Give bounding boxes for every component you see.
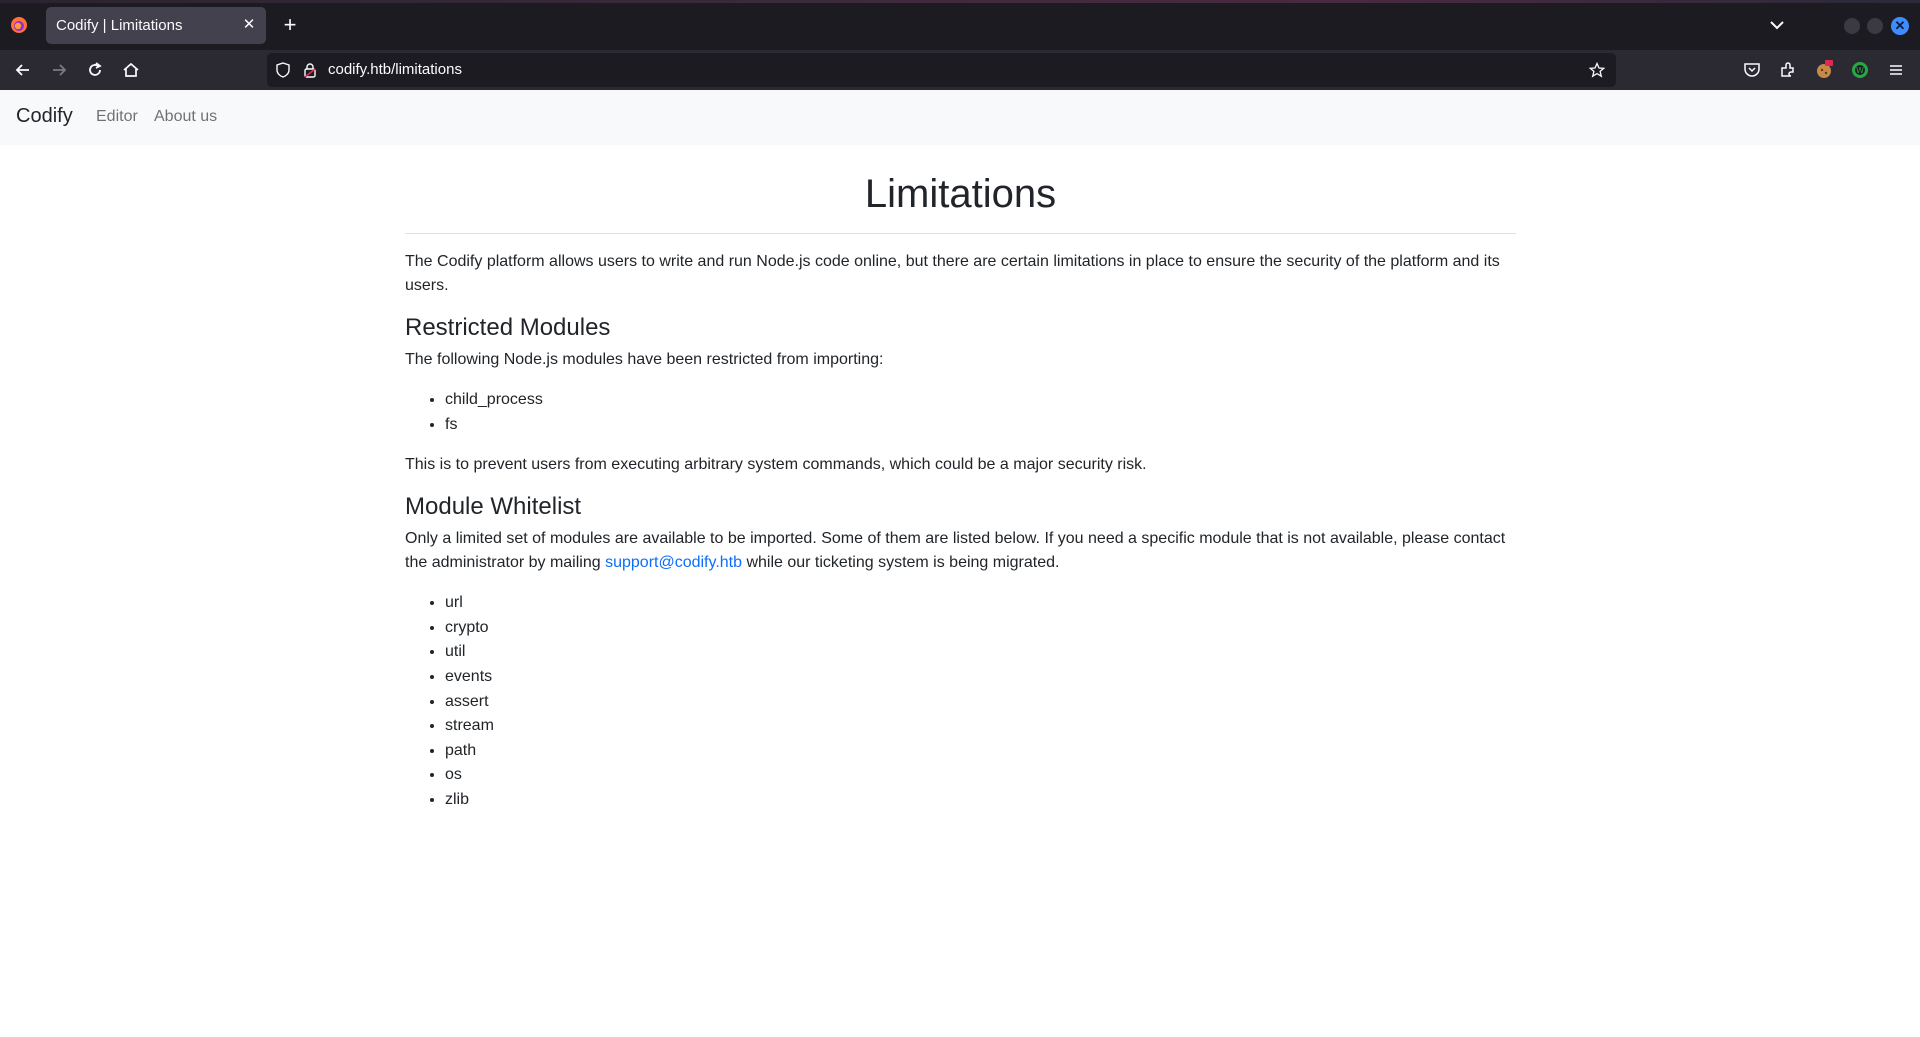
restricted-modules-heading: Restricted Modules [405, 314, 611, 341]
star-icon[interactable] [1588, 61, 1606, 78]
extensions-icon[interactable] [1778, 60, 1798, 80]
chevron-down-icon[interactable] [1768, 16, 1786, 34]
lock-icon[interactable] [302, 62, 318, 78]
list-item: os [445, 763, 1516, 788]
shield-icon[interactable] [275, 62, 291, 78]
list-item: events [445, 665, 1516, 690]
page-title: Limitations [864, 172, 1057, 216]
restricted-modules-list: child_process fs [405, 388, 1516, 437]
home-icon[interactable] [119, 58, 143, 82]
list-item: fs [445, 413, 1516, 438]
divider [405, 233, 1516, 234]
tab-title: Codify | Limitations [56, 17, 183, 34]
back-icon[interactable] [11, 58, 35, 82]
list-item: zlib [445, 788, 1516, 813]
minimize-button[interactable] [1844, 18, 1860, 34]
main-content: Limitations The Codify platform allows u… [405, 145, 1516, 813]
tab-bar-accent-line [0, 0, 1920, 3]
plus-icon[interactable]: + [279, 14, 301, 36]
close-icon[interactable]: ✕ [240, 16, 258, 34]
forward-icon[interactable] [47, 58, 71, 82]
firefox-icon[interactable] [9, 15, 29, 35]
list-item: child_process [445, 388, 1516, 413]
browser-toolbar: codify.htb/limitations W [0, 50, 1920, 90]
list-item: stream [445, 714, 1516, 739]
extension-cookie-icon[interactable] [1814, 60, 1834, 80]
list-item: assert [445, 690, 1516, 715]
window-close-button[interactable]: ✕ [1891, 17, 1909, 35]
module-whitelist-heading: Module Whitelist [405, 493, 582, 521]
restricted-intro: The following Node.js modules have been … [405, 351, 884, 368]
reload-icon[interactable] [83, 58, 107, 82]
brand-link[interactable]: Codify [16, 105, 73, 128]
intro-paragraph: The Codify platform allows users to writ… [405, 253, 1500, 294]
list-item: util [445, 640, 1516, 665]
list-item: path [445, 739, 1516, 764]
pocket-icon[interactable] [1742, 60, 1762, 80]
nav-link-about-us[interactable]: About us [154, 108, 217, 126]
support-email-link[interactable]: support@codify.htb [605, 554, 742, 571]
tab-codify-limitations[interactable]: Codify | Limitations ✕ [46, 7, 266, 44]
browser-tab-bar: Codify | Limitations ✕ + ✕ [0, 0, 1920, 50]
url-bar[interactable]: codify.htb/limitations [267, 53, 1616, 87]
site-navbar: Codify Editor About us [0, 90, 1920, 145]
maximize-button[interactable] [1867, 18, 1883, 34]
restricted-note: This is to prevent users from executing … [405, 456, 1147, 474]
list-item: crypto [445, 616, 1516, 641]
svg-text:W: W [1856, 66, 1864, 75]
whitelist-text-after: while our ticketing system is being migr… [742, 554, 1060, 572]
whitelist-modules-list: url crypto util events assert stream pat… [405, 591, 1516, 812]
list-item: url [445, 591, 1516, 616]
nav-link-editor[interactable]: Editor [96, 108, 138, 126]
extension-wappalyzer-icon[interactable]: W [1850, 60, 1870, 80]
url-text[interactable]: codify.htb/limitations [328, 61, 462, 78]
whitelist-intro: Only a limited set of modules are availa… [405, 527, 1516, 575]
menu-icon[interactable] [1886, 60, 1906, 80]
